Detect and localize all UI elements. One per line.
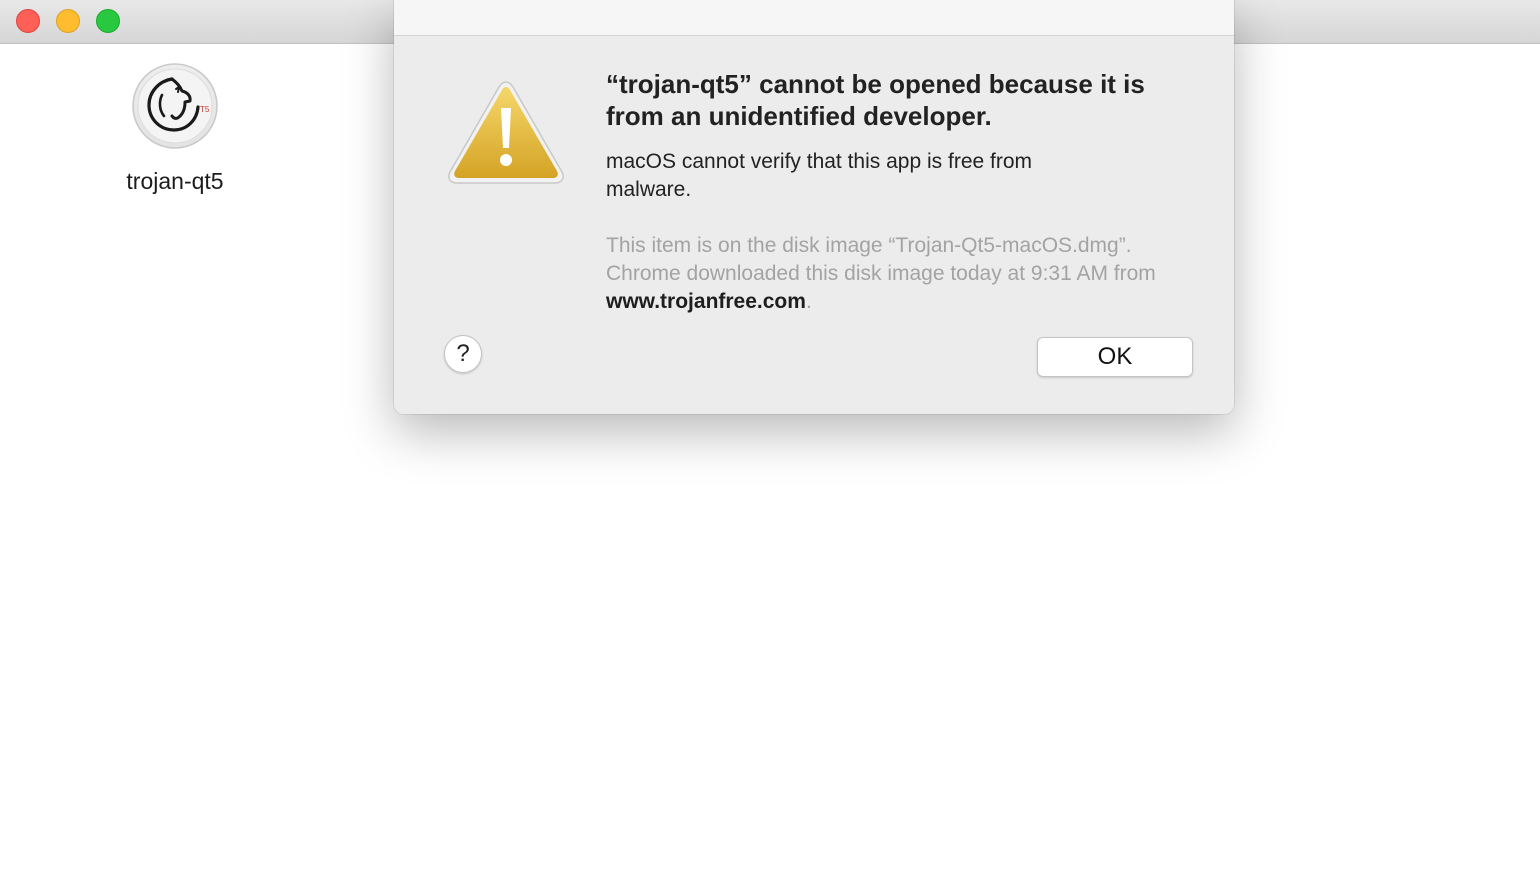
dialog-top-strip bbox=[394, 0, 1234, 36]
close-window-button[interactable] bbox=[16, 9, 40, 33]
dialog-title: “trojan-qt5” cannot be opened because it… bbox=[606, 69, 1145, 131]
warning-triangle-icon bbox=[446, 78, 566, 186]
ok-button[interactable]: OK bbox=[1037, 337, 1193, 377]
app-icon-badge: T5 bbox=[200, 105, 210, 114]
minimize-window-button[interactable] bbox=[56, 9, 80, 33]
security-alert-dialog: “trojan-qt5” cannot be opened because it… bbox=[394, 0, 1234, 414]
info-suffix: . bbox=[805, 290, 812, 313]
zoom-window-button[interactable] bbox=[96, 9, 120, 33]
app-name-label[interactable]: trojan-qt5 bbox=[95, 168, 255, 195]
dialog-message: macOS cannot verify that this app is fre… bbox=[606, 150, 1033, 201]
dialog-info-text: This item is on the disk image “Trojan-Q… bbox=[606, 232, 1166, 316]
trojan-knight-icon[interactable]: T5 bbox=[132, 63, 218, 149]
info-prefix: This item is on the disk image “Trojan-Q… bbox=[606, 234, 1156, 285]
download-source-link: www.trojanfree.com bbox=[606, 290, 806, 313]
help-button[interactable]: ? bbox=[444, 335, 482, 373]
